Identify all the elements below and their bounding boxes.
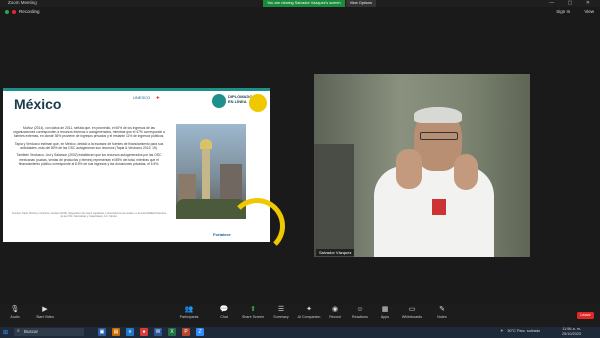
slide-body: Muñoz (2014), con datos de 2011, señala … [12, 126, 166, 169]
weather-text[interactable]: 30°C Parc. soleado [507, 329, 540, 333]
taskbar-search-label: Buscar [24, 329, 39, 334]
apps-icon: ▦ [381, 306, 389, 313]
microphone-icon: 🎙 [10, 306, 20, 313]
slide-top-band [3, 88, 270, 91]
share-icon: ⬆ [250, 306, 256, 313]
slide-footer-logo: Fortalece [213, 232, 231, 237]
audio-button[interactable]: 🎙 Audio [0, 306, 30, 319]
summary-button[interactable]: ☰ Summary [266, 306, 296, 319]
start-video-button[interactable]: ▶ Start Video [30, 306, 60, 319]
excel-icon[interactable]: X [168, 328, 176, 336]
glasses [420, 132, 458, 140]
file-explorer-icon[interactable]: ▤ [112, 328, 120, 336]
yellow-circle-decoration [249, 94, 267, 112]
powerpoint-icon[interactable]: P [182, 328, 190, 336]
slide-paragraph: Tapia y Verduzco estiman que, en México,… [14, 141, 164, 150]
participant-name-tag: Salvador Vázquez [316, 249, 355, 256]
notes-button[interactable]: ✎ Notes [427, 306, 457, 319]
diplomado-circle-icon [212, 94, 226, 108]
system-tray: ☀ 30°C Parc. soleado [500, 328, 540, 334]
sign-in-link[interactable]: Sign In [556, 9, 570, 14]
slide-title: México [14, 96, 62, 112]
notes-icon: ✎ [439, 306, 445, 313]
yellow-arc-decoration [229, 198, 285, 254]
ai-companion-icon: ✦ [306, 306, 312, 313]
clock-time: 11:56 a. m. [562, 327, 582, 331]
view-button[interactable]: View [584, 9, 594, 14]
leave-button[interactable]: Leave [577, 312, 594, 319]
whiteboard-icon: ▭ [408, 306, 416, 313]
share-screen-button[interactable]: ⬆ Share Screen [238, 306, 268, 319]
word-icon[interactable]: W [154, 328, 162, 336]
taskbar-clock[interactable]: 11:56 a. m. 25/10/2023 [562, 327, 581, 336]
participants-button[interactable]: 👥 Participants [174, 306, 204, 319]
share-banner: You are viewing Salvador Vázquez's scree… [263, 0, 376, 7]
slide-logos: UNESCO ✚ [133, 95, 159, 100]
reactions-icon: ☺ [356, 306, 364, 313]
edge-icon[interactable]: e [126, 328, 134, 336]
slide-photo-angel-independencia [176, 124, 246, 219]
participant-video[interactable]: Salvador Vázquez [314, 74, 530, 257]
slide-paragraph: Muñoz (2014), con datos de 2011, señala … [13, 126, 165, 139]
recording-icon [12, 9, 16, 14]
top-right-controls: Sign In View [556, 9, 594, 14]
windows-start-icon[interactable]: ⊞ [3, 329, 8, 336]
share-banner-message: You are viewing Salvador Vázquez's scree… [263, 0, 345, 7]
taskbar-apps: ▣ ▤ e ● W X P Z [98, 328, 204, 336]
whiteboards-button[interactable]: ▭ Whiteboards [397, 306, 427, 319]
zoom-icon[interactable]: Z [196, 328, 204, 336]
clock-date: 25/10/2023 [562, 331, 582, 336]
status-indicators: Recording [5, 9, 40, 14]
slide-source: Fuentes: Tapia, Mónica y Verduzco, Gusta… [12, 212, 166, 218]
window-controls[interactable]: — ▢ ✕ [549, 0, 596, 6]
chrome-icon[interactable]: ● [140, 328, 148, 336]
shared-screen-slide: México UNESCO ✚ DIPLOMADO EN LÍNEA Muñoz… [3, 88, 285, 254]
video-icon: ▶ [42, 306, 48, 313]
record-icon: ◉ [331, 306, 339, 313]
unesco-logo: UNESCO [133, 95, 151, 100]
view-options-button[interactable]: View Options [345, 0, 376, 7]
search-icon: ⌕ [17, 328, 20, 334]
chat-button[interactable]: 💬 Chat [209, 306, 239, 319]
apps-button[interactable]: ▦ Apps [370, 306, 400, 319]
taskbar-search[interactable]: ⌕ Buscar [14, 328, 84, 336]
window-title: Zoom Meeting [8, 0, 37, 5]
encryption-shield-icon[interactable] [5, 9, 9, 14]
recording-label: Recording [19, 9, 40, 14]
summary-icon: ☰ [277, 306, 285, 313]
partner-logo: ✚ [156, 95, 160, 100]
slide-paragraph: También Verduzco, List y Salamon (2002) … [16, 153, 162, 166]
weather-icon: ☀ [500, 329, 504, 333]
participants-icon: 👥 [184, 306, 194, 313]
chat-icon: 💬 [219, 306, 229, 313]
task-view-icon[interactable]: ▣ [98, 328, 106, 336]
